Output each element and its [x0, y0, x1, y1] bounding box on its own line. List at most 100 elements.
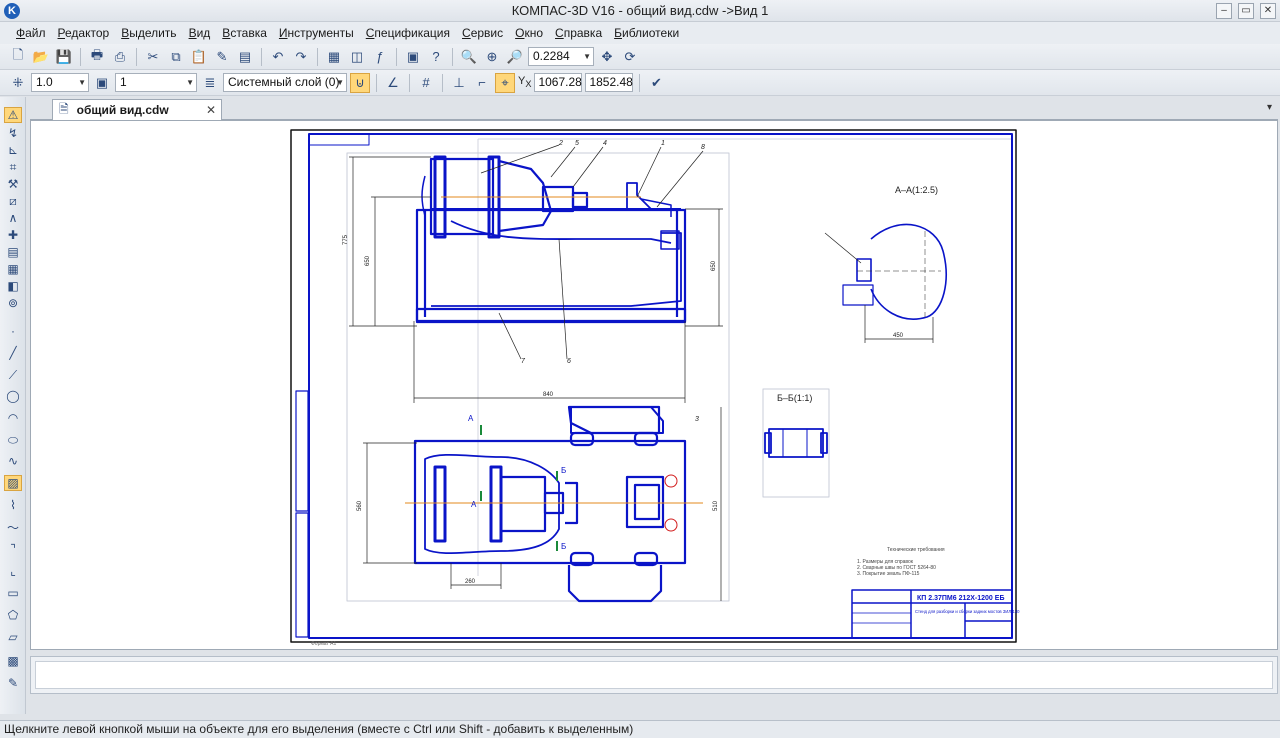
ellipse-icon[interactable]: ⬭	[4, 432, 22, 448]
plan-view	[413, 405, 687, 603]
bezier-icon[interactable]: 〜	[4, 519, 22, 535]
spline-icon[interactable]: ∿	[4, 453, 22, 469]
coord-y-field[interactable]: 1852.48	[585, 73, 634, 92]
round-icon[interactable]: ⌐	[472, 73, 492, 93]
paste-icon[interactable]: 📋	[189, 47, 209, 67]
minimize-button[interactable]: –	[1216, 3, 1232, 19]
parametrization-icon[interactable]: ⚒	[4, 176, 22, 192]
step-combo[interactable]: 1.0 ▼	[31, 73, 89, 92]
wizard-icon[interactable]: ✎	[4, 675, 22, 691]
zoom-all-icon[interactable]: ⊕	[482, 47, 502, 67]
dim-text-plan-right: 510	[713, 500, 719, 511]
document-tab[interactable]: 🗎 общий вид.cdw ✕	[52, 99, 222, 120]
menu-service[interactable]: Сервис	[456, 22, 509, 44]
circle-icon[interactable]: ◯	[4, 388, 22, 404]
zoom-icon[interactable]: 🔎	[505, 47, 525, 67]
layer-icon[interactable]: ≣	[200, 73, 220, 93]
manager-icon[interactable]: ▦	[324, 47, 344, 67]
edit-icon[interactable]: ⌗	[4, 159, 22, 175]
polyline-icon[interactable]: ⌇	[4, 497, 22, 513]
point-icon[interactable]: ·	[4, 323, 22, 339]
menu-tools[interactable]: Инструменты	[273, 22, 360, 44]
side-stamp-lower	[295, 512, 309, 638]
menu-window[interactable]: Окно	[509, 22, 549, 44]
undo-icon[interactable]: ↶	[268, 47, 288, 67]
menu-libraries[interactable]: Библиотеки	[608, 22, 685, 44]
polygon-icon[interactable]: ⬠	[4, 607, 22, 623]
fillet-icon[interactable]: ⌞	[4, 563, 22, 579]
copy-icon[interactable]: ⧉	[166, 47, 186, 67]
toolbar-separator	[639, 73, 641, 92]
menu-help[interactable]: Справка	[549, 22, 608, 44]
title-block-designation: КП 2.37ПМ6 212Х-1200 ЕБ	[917, 595, 1004, 602]
apply-icon[interactable]: ✔	[646, 73, 666, 93]
spec-icon[interactable]: ✚	[4, 227, 22, 243]
redo-icon[interactable]: ↷	[291, 47, 311, 67]
snap-grid-icon[interactable]: ⁜	[8, 73, 28, 93]
contour-icon[interactable]: ▱	[4, 629, 22, 645]
view-icon[interactable]: ◧	[4, 278, 22, 294]
hatch-icon[interactable]: ▨	[4, 475, 22, 491]
ortho-icon[interactable]: ∠	[383, 73, 403, 93]
cursor-coords-icon[interactable]: ⌖	[495, 72, 515, 93]
save-icon[interactable]: 💾	[54, 47, 74, 67]
select-icon[interactable]: ∧	[4, 210, 22, 226]
pan-icon[interactable]: ✥	[597, 47, 617, 67]
close-tab-icon[interactable]: ✕	[206, 103, 216, 117]
line-icon[interactable]: ╱	[4, 345, 22, 361]
dimensions-icon[interactable]: ↯	[4, 125, 22, 141]
help-pointer-icon[interactable]: ?	[426, 47, 446, 67]
refresh-icon[interactable]: ⟳	[620, 47, 640, 67]
measure-icon[interactable]: ⧄	[4, 193, 22, 209]
menu-select[interactable]: Выделить	[115, 22, 182, 44]
fragment-icon[interactable]: ▦	[4, 261, 22, 277]
function-icon[interactable]: ƒ	[370, 47, 390, 67]
coord-x-label: X	[525, 79, 532, 90]
support-bracket	[626, 182, 652, 210]
pattern-icon[interactable]: ▩	[4, 653, 22, 669]
preview-icon[interactable]: ⎙	[110, 47, 130, 67]
dim-text-plan-height: 560	[357, 500, 363, 511]
restore-button[interactable]: ▭	[1238, 3, 1254, 19]
leader-8	[656, 150, 704, 208]
command-input-area[interactable]	[35, 661, 1273, 689]
drawing-document-icon: 🗎	[59, 101, 69, 116]
rectangle-icon[interactable]: ▭	[4, 585, 22, 601]
zoom-window-icon[interactable]: 🔍	[459, 47, 479, 67]
geometry-icon[interactable]: ⚠	[4, 107, 22, 123]
report-icon[interactable]: ▤	[4, 244, 22, 260]
menu-file[interactable]: Файл	[10, 22, 52, 44]
properties-icon[interactable]: ▤	[235, 47, 255, 67]
close-button[interactable]: ✕	[1260, 3, 1276, 19]
layers-icon[interactable]: ◫	[347, 47, 367, 67]
view-combo[interactable]: 1 ▼	[115, 73, 197, 92]
new-document-icon[interactable]: 🗋	[8, 47, 28, 67]
menu-insert[interactable]: Вставка	[216, 22, 273, 44]
calculator-icon[interactable]: ▣	[403, 47, 423, 67]
format-painter-icon[interactable]: ✎	[212, 47, 232, 67]
section-b-b	[764, 428, 828, 458]
menu-specification[interactable]: Спецификация	[360, 22, 456, 44]
cut-icon[interactable]: ✂	[143, 47, 163, 67]
coord-x-field[interactable]: 1067.28	[534, 73, 583, 92]
print-icon[interactable]: 🖶	[87, 47, 107, 67]
title-block-name: Стенд для разборки и сборки задних мосто…	[915, 609, 1020, 614]
current-view-icon[interactable]: ▣	[92, 73, 112, 93]
zoom-combo[interactable]: 0.2284 ▼	[528, 47, 594, 66]
drawing-canvas[interactable]: 775 650 650 840 2 5 4 1 8 7 6 560 510 26…	[30, 120, 1278, 650]
tab-list-chevron-icon[interactable]: ▾	[1267, 102, 1272, 113]
technical-requirements: Технические требования 1. Размеры для сп…	[857, 547, 945, 577]
layer-combo[interactable]: Системный слой (0) ▼	[223, 73, 347, 92]
open-folder-icon[interactable]: 📂	[31, 47, 51, 67]
menu-editor[interactable]: Редактор	[52, 22, 116, 44]
arc-icon[interactable]: ◠	[4, 410, 22, 426]
chamfer-icon[interactable]: ⌝	[4, 541, 22, 557]
designations-icon[interactable]: ⊾	[4, 142, 22, 158]
grid-icon[interactable]: #	[416, 73, 436, 93]
local-cs-icon[interactable]: ⊥	[449, 73, 469, 93]
magnet-snap-icon[interactable]: ⊍	[350, 72, 370, 93]
library-icon[interactable]: ⊚	[4, 295, 22, 311]
frame-base	[415, 307, 687, 323]
segment-icon[interactable]: ⟋	[4, 367, 22, 383]
menu-view[interactable]: Вид	[183, 22, 217, 44]
